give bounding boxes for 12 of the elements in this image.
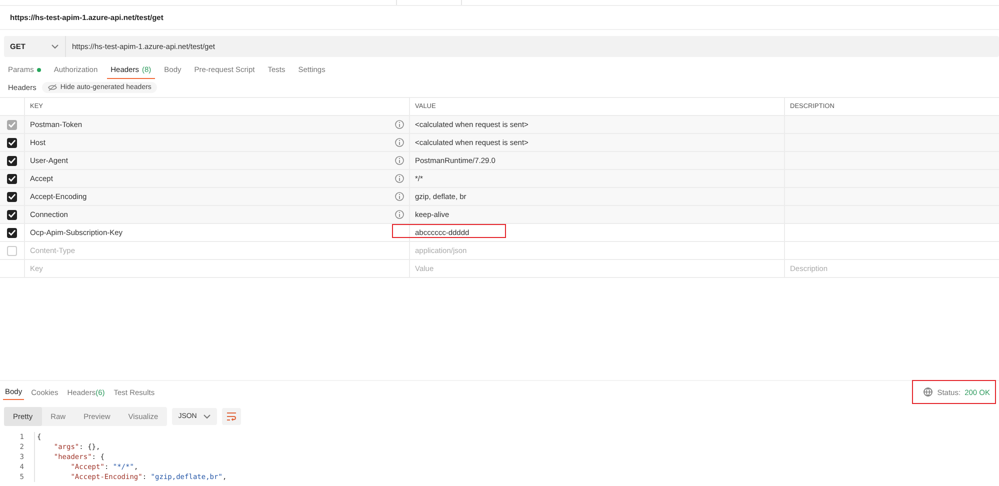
chevron-icon [51, 44, 59, 49]
checkbox[interactable] [7, 192, 17, 202]
checkbox[interactable] [7, 174, 17, 184]
checkbox[interactable] [7, 210, 17, 220]
globe-icon [923, 387, 934, 397]
wrap-lines-button[interactable] [222, 408, 241, 425]
checkbox[interactable] [7, 228, 17, 238]
chevron-icon [202, 414, 211, 419]
checkbox[interactable] [7, 156, 17, 166]
eye-off-icon [48, 84, 58, 91]
wrap-icon [226, 412, 237, 421]
checkbox[interactable] [7, 138, 17, 148]
